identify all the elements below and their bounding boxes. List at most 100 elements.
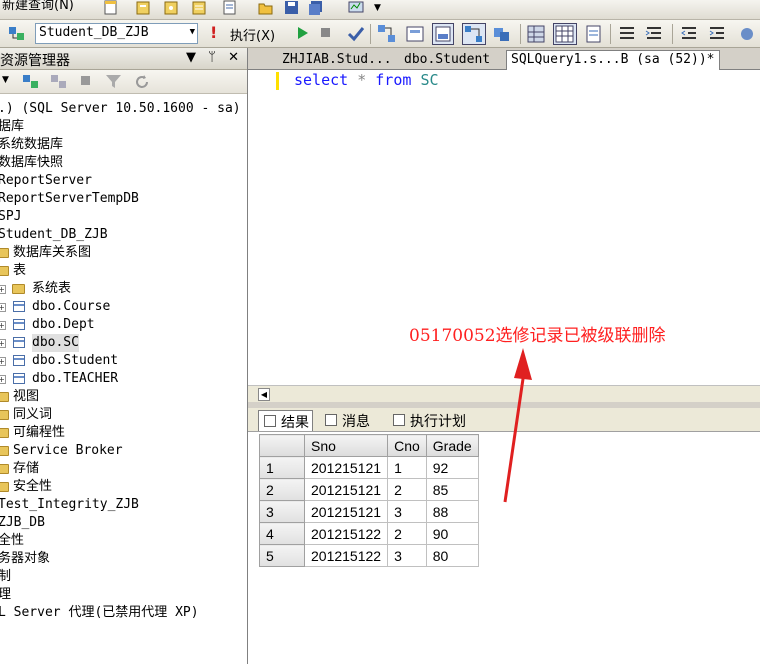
analysis-query-icon[interactable] — [164, 0, 180, 16]
tree-node[interactable]: + dbo.SC — [0, 334, 247, 352]
tree-node[interactable]: 全性 — [0, 532, 247, 550]
row-number[interactable]: 4 — [259, 522, 305, 545]
tree-node[interactable]: + dbo.Student — [0, 352, 247, 370]
column-header[interactable]: Cno — [387, 434, 427, 457]
row-number[interactable]: 1 — [259, 456, 305, 479]
sql-code-line[interactable]: select * from SC — [294, 71, 439, 89]
refresh-icon[interactable] — [133, 73, 149, 89]
grid-cell[interactable]: 92 — [425, 456, 479, 479]
new-file-icon[interactable] — [103, 0, 119, 16]
filter-icon[interactable] — [105, 73, 121, 89]
query-designer-icon[interactable] — [377, 24, 395, 42]
tree-node[interactable]: + dbo.TEACHER — [0, 370, 247, 388]
new-query-button[interactable]: 新建查询(N) — [2, 0, 74, 13]
tree-node[interactable]: 据库 — [0, 118, 247, 136]
tree-node[interactable]: + dbo.Dept — [0, 316, 247, 334]
grid-corner-cell[interactable] — [259, 434, 305, 457]
execute-button[interactable]: 执行(X) — [230, 25, 275, 44]
grid-cell[interactable]: 3 — [387, 500, 427, 523]
results-to-grid-icon[interactable] — [553, 23, 577, 45]
results-tab[interactable]: 执行计划 — [388, 410, 469, 431]
tree-node[interactable]: L Server 代理(已禁用代理 XP) — [0, 604, 247, 622]
row-number[interactable]: 3 — [259, 500, 305, 523]
table-row[interactable]: 3 201215121 3 88 — [259, 500, 479, 523]
document-tab[interactable]: ZHJIAB.Stud... — [278, 51, 396, 70]
grid-cell[interactable]: 201215121 — [303, 456, 389, 479]
database-select[interactable]: Student_DB_ZJB ▼ — [35, 23, 198, 44]
connect-icon[interactable] — [8, 25, 24, 41]
tree-node[interactable]: 制 — [0, 568, 247, 586]
results-tab[interactable]: 消息 — [320, 410, 373, 431]
grid-cell[interactable]: 1 — [387, 456, 427, 479]
table-row[interactable]: 5 201215122 3 80 — [259, 544, 479, 567]
tree-node[interactable]: + 系统表 — [0, 280, 247, 298]
table-row[interactable]: 1 201215121 1 92 — [259, 456, 479, 479]
grid-cell[interactable]: 2 — [387, 522, 427, 545]
tree-node[interactable]: 理 — [0, 586, 247, 604]
tree-node[interactable]: 数据库关系图 — [0, 244, 247, 262]
tree-node[interactable]: Service Broker — [0, 442, 247, 460]
increase-indent-icon[interactable] — [708, 25, 724, 41]
specify-values-icon[interactable] — [405, 24, 424, 42]
expand-plus-icon[interactable]: + — [0, 357, 6, 366]
open-folder-icon[interactable] — [258, 0, 274, 16]
tree-node[interactable]: 视图 — [0, 388, 247, 406]
xmla-query-icon[interactable] — [222, 0, 238, 16]
connect-explorer-icon[interactable] — [22, 73, 38, 89]
expand-plus-icon[interactable]: + — [0, 321, 6, 330]
table-row[interactable]: 2 201215121 2 85 — [259, 478, 479, 501]
dropdown-arrow-icon[interactable]: ▼ — [2, 75, 18, 91]
document-tab[interactable]: SQLQuery1.s...B (sa (52))* — [506, 50, 720, 71]
tree-node[interactable]: 同义词 — [0, 406, 247, 424]
results-grid[interactable]: Sno Cno Grade 1 201215121 1 92 2 201215121 2 85 3 2… — [259, 434, 479, 567]
expand-plus-icon[interactable]: + — [0, 375, 6, 384]
comment-lines-icon[interactable] — [618, 25, 634, 41]
tree-node[interactable]: + dbo.Course — [0, 298, 247, 316]
grid-cell[interactable]: 85 — [425, 478, 479, 501]
db-engine-query-icon[interactable] — [136, 0, 152, 16]
tree-node[interactable]: Test_Integrity_ZJB — [0, 496, 247, 514]
row-number[interactable]: 2 — [259, 478, 305, 501]
tree-node[interactable]: ZJB_DB — [0, 514, 247, 532]
expand-plus-icon[interactable]: + — [0, 303, 6, 312]
grid-cell[interactable]: 3 — [387, 544, 427, 567]
mdx-query-icon[interactable] — [192, 0, 208, 16]
table-row[interactable]: 4 201215122 2 90 — [259, 522, 479, 545]
save-icon[interactable] — [284, 0, 300, 16]
grid-cell[interactable]: 201215122 — [303, 522, 389, 545]
tree-node[interactable]: Student_DB_ZJB — [0, 226, 247, 244]
tree-node[interactable]: .) (SQL Server 10.50.1600 - sa) — [0, 100, 247, 118]
save-all-icon[interactable] — [308, 0, 324, 16]
client-statistics-icon[interactable] — [492, 24, 509, 41]
tree-node[interactable]: 数据库快照 — [0, 154, 247, 172]
expand-plus-icon[interactable]: + — [0, 285, 6, 294]
results-tab[interactable]: 结果 — [258, 410, 313, 431]
toolbar-overflow-icon[interactable]: ▼ — [374, 3, 390, 19]
grid-cell[interactable]: 80 — [425, 544, 479, 567]
more-options-icon[interactable] — [738, 25, 754, 41]
column-header[interactable]: Grade — [425, 434, 479, 457]
document-tab[interactable]: dbo.Student — [400, 51, 494, 70]
decrease-indent-icon[interactable] — [680, 25, 696, 41]
tree-node[interactable]: 系统数据库 — [0, 136, 247, 154]
tree-node[interactable]: 可编程性 — [0, 424, 247, 442]
tree-node[interactable]: ReportServer — [0, 172, 247, 190]
expand-plus-icon[interactable]: + — [0, 339, 6, 348]
scroll-left-icon[interactable]: ◀ — [258, 388, 270, 401]
stop-icon[interactable] — [80, 75, 96, 91]
parse-checkmark-icon[interactable] — [347, 25, 365, 42]
grid-cell[interactable]: 88 — [425, 500, 479, 523]
results-to-file-icon[interactable] — [584, 24, 601, 43]
uncomment-lines-icon[interactable] — [645, 25, 661, 41]
results-grid-icon[interactable] — [526, 24, 545, 43]
tree-node[interactable]: 表 — [0, 262, 247, 280]
tree-node[interactable]: ReportServerTempDB — [0, 190, 247, 208]
tree-node[interactable]: SPJ — [0, 208, 247, 226]
grid-cell[interactable]: 2 — [387, 478, 427, 501]
panel-window-buttons[interactable]: ▼ ᛘ ✕ — [186, 50, 243, 65]
debug-play-icon[interactable] — [296, 26, 312, 42]
activity-monitor-icon[interactable] — [348, 0, 364, 16]
tree-node[interactable]: 务器对象 — [0, 550, 247, 568]
exclamation-icon[interactable]: ! — [210, 25, 226, 41]
tree-node[interactable]: 存储 — [0, 460, 247, 478]
